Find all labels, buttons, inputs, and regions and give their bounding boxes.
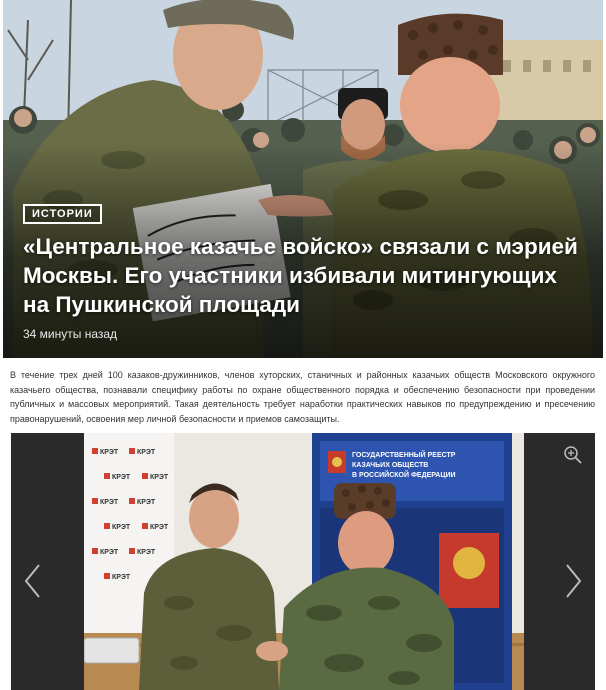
- svg-text:КРЭТ: КРЭТ: [100, 499, 119, 506]
- article-paragraph: В течение трех дней 100 казаков-дружинни…: [10, 370, 595, 424]
- svg-text:КРЭТ: КРЭТ: [100, 449, 119, 456]
- svg-text:В РОССИЙСКОЙ ФЕДЕРАЦИИ: В РОССИЙСКОЙ ФЕДЕРАЦИИ: [352, 470, 456, 479]
- publish-time: 34 минуты назад: [23, 327, 118, 341]
- svg-text:КРЭТ: КРЭТ: [150, 474, 169, 481]
- chevron-left-icon[interactable]: [23, 563, 43, 599]
- hero-card[interactable]: ИСТОРИИ «Центральное казачье войско» свя…: [3, 0, 603, 358]
- zoom-in-icon[interactable]: [563, 445, 583, 465]
- svg-text:КРЭТ: КРЭТ: [112, 474, 131, 481]
- svg-text:КРЭТ: КРЭТ: [112, 574, 131, 581]
- svg-text:КРЭТ: КРЭТ: [137, 549, 156, 556]
- headline[interactable]: «Центральное казачье войско» связали с м…: [23, 232, 583, 319]
- svg-text:КРЭТ: КРЭТ: [150, 524, 169, 531]
- svg-text:КРЭТ: КРЭТ: [100, 549, 119, 556]
- chevron-right-icon[interactable]: [563, 563, 583, 599]
- svg-text:ГОСУДАРСТВЕННЫЙ РЕЕСТР: ГОСУДАРСТВЕННЫЙ РЕЕСТР: [352, 450, 456, 459]
- category-tag[interactable]: ИСТОРИИ: [23, 204, 102, 224]
- svg-text:КАЗАЧЬИХ ОБЩЕСТВ: КАЗАЧЬИХ ОБЩЕСТВ: [352, 462, 428, 469]
- photo-gallery[interactable]: КРЭТ КРЭТ КРЭТ КРЭТ КРЭТ КРЭТ КРЭТ КРЭТ КРЭТ…: [11, 433, 595, 690]
- gallery-photo: КРЭТ КРЭТ КРЭТ КРЭТ КРЭТ КРЭТ КРЭТ КРЭТ КРЭТ…: [84, 433, 524, 690]
- svg-text:КРЭТ: КРЭТ: [137, 449, 156, 456]
- svg-text:КРЭТ: КРЭТ: [112, 524, 131, 531]
- svg-text:КРЭТ: КРЭТ: [137, 499, 156, 506]
